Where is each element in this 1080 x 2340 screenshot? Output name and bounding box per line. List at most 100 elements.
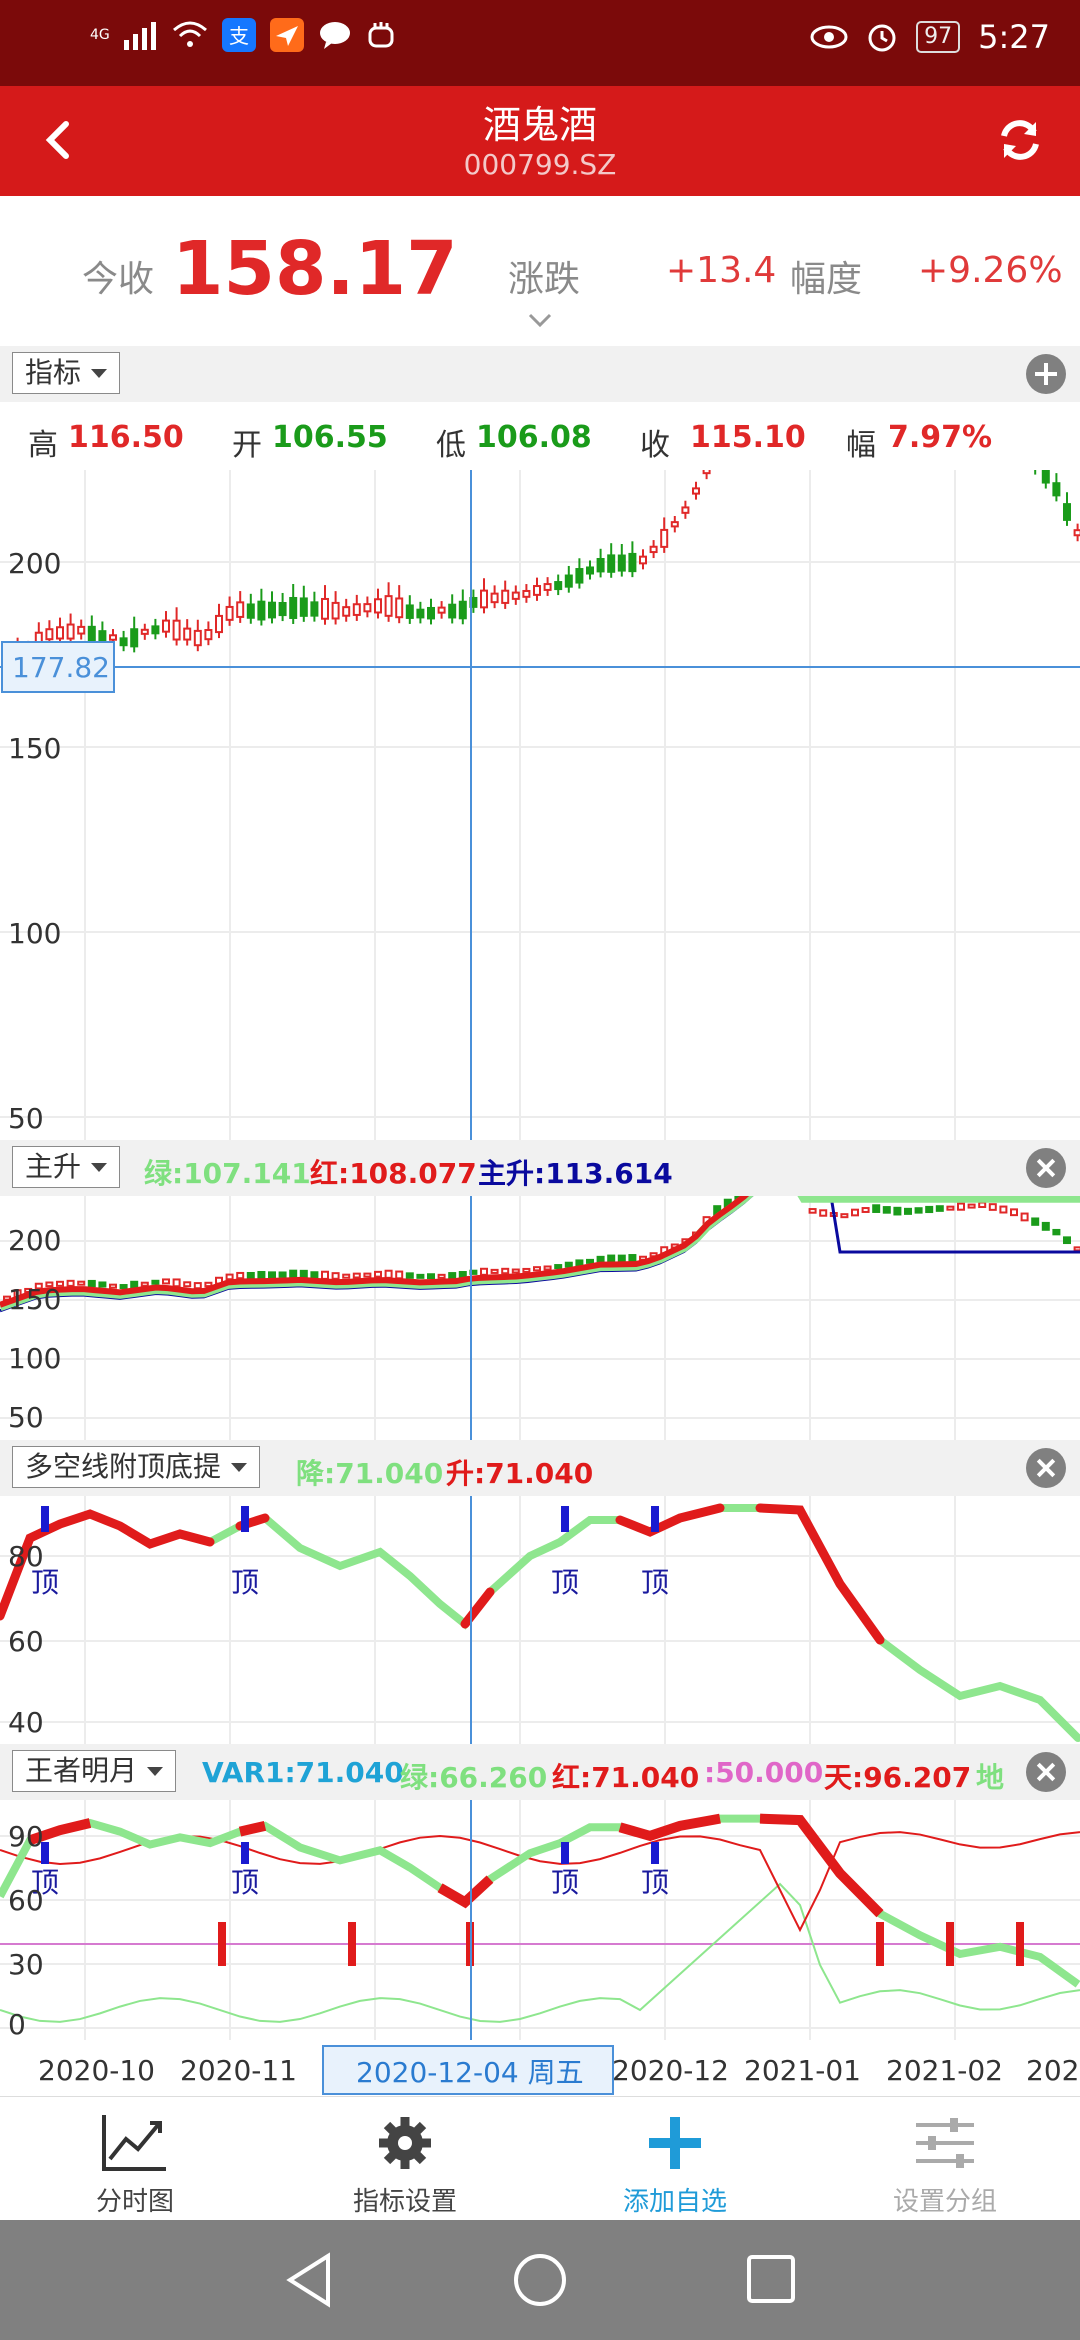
y-tick-200: 200 [8, 1224, 61, 1257]
mini-candle [988, 1203, 997, 1211]
candle [193, 629, 202, 647]
candle [140, 628, 149, 635]
zhusheng-dropdown-label: 主升 [25, 1150, 82, 1183]
wangzhe-red-segment [238, 1820, 267, 1837]
amp-label-ohlc: 幅 [846, 428, 876, 463]
refresh-icon[interactable] [990, 110, 1050, 170]
top-signal-bar [651, 1506, 659, 1532]
y-tick-30: 30 [8, 1948, 44, 1981]
add-indicator-button[interactable] [1026, 354, 1066, 394]
candle [352, 603, 361, 616]
wangzhe-dropdown[interactable]: 王者明月 [12, 1750, 177, 1792]
wangzhe-dropdown-label: 王者明月 [25, 1754, 138, 1787]
duokong-dropdown[interactable]: 多空线附顶底提 [12, 1446, 261, 1488]
home-circle-icon[interactable] [512, 2250, 568, 2310]
nav-indicator-settings[interactable]: 指标设置 [270, 2097, 540, 2221]
candle [257, 600, 266, 621]
high-label: 高 [28, 428, 58, 463]
candle [66, 623, 75, 640]
system-navigation-bar [0, 2220, 1080, 2340]
candle [162, 619, 170, 633]
alarm-icon [868, 24, 896, 52]
x-label-feb: 2021-02 [886, 2054, 1003, 2087]
indicator-dropdown[interactable]: 指标 [12, 352, 121, 394]
zhusheng-red-value: 红:108.077 [310, 1157, 477, 1190]
mini-candle [427, 1273, 435, 1280]
signal-bar [218, 1922, 226, 1966]
mini-candle [395, 1270, 404, 1280]
mini-candle [564, 1261, 573, 1268]
candle [172, 619, 181, 641]
mini-candle [236, 1271, 245, 1280]
mini-candle [1073, 1246, 1080, 1252]
candle [575, 568, 584, 584]
mini-candle [331, 1272, 340, 1280]
mini-candle [278, 1271, 287, 1278]
mini-candle [66, 1279, 75, 1287]
close-zhusheng-button[interactable] [1026, 1148, 1066, 1188]
mini-candle [416, 1273, 425, 1279]
close-duokong-button[interactable] [1026, 1448, 1066, 1488]
mini-candle [183, 1281, 192, 1288]
candle [628, 552, 637, 573]
duokong-chart[interactable]: 顶顶顶顶 80 60 40 [0, 1496, 1080, 1744]
mini-candle [628, 1254, 637, 1263]
y-tick-0: 0 [8, 2008, 26, 2040]
candle [45, 628, 54, 641]
mini-candle [98, 1281, 107, 1288]
y-tick-100: 100 [8, 1342, 61, 1375]
wangzhe-chart[interactable]: 顶顶顶顶 90 60 30 0 [0, 1800, 1080, 2040]
candle [607, 554, 616, 573]
wifi-icon [172, 21, 207, 47]
candle [405, 604, 414, 619]
nav-set-group[interactable]: 设置分组 [810, 2097, 1080, 2221]
candle [649, 545, 658, 554]
candle [268, 601, 276, 619]
open-label: 开 [232, 428, 262, 463]
mini-candle [162, 1278, 170, 1285]
zhusheng-red-line [0, 1196, 750, 1308]
back-triangle-icon[interactable] [282, 2250, 338, 2310]
signal-bar [1016, 1922, 1024, 1966]
wangzhe-tian-value: 天:96.207 [824, 1761, 972, 1794]
alipay-icon: 支 [221, 18, 256, 52]
candle [692, 487, 700, 495]
mini-candle [575, 1259, 584, 1267]
y-tick-60: 60 [8, 1625, 44, 1658]
wangzhe-values: VAR1:71.040 绿:66.260 红:71.040 :50.000 天:… [200, 1744, 1016, 1800]
close-wangzhe-button[interactable] [1026, 1752, 1066, 1792]
nav-intraday[interactable]: 分时图 [0, 2097, 270, 2221]
candlestick-chart[interactable]: 200 150 100 50 177.82 [0, 470, 1080, 1140]
dropdown-arrow-icon [147, 1766, 164, 1776]
svg-text:支: 支 [229, 24, 249, 48]
mini-candle [925, 1205, 934, 1214]
candle [342, 606, 351, 617]
recents-square-icon[interactable] [744, 2252, 800, 2308]
candle [543, 583, 552, 591]
candle [310, 601, 319, 617]
mini-candle [77, 1280, 86, 1286]
battery-indicator: 97 [916, 21, 961, 53]
mini-candle [87, 1279, 96, 1288]
chevron-down-icon[interactable] [528, 312, 552, 328]
zhusheng-chart[interactable]: 200 150 100 50 [0, 1196, 1080, 1440]
stock-name: 酒鬼酒 [482, 103, 597, 147]
mini-candle [1063, 1236, 1071, 1245]
nav-add-watchlist[interactable]: 添加自选 [540, 2097, 810, 2221]
mini-candle [819, 1209, 828, 1217]
y-tick-50: 50 [8, 1401, 44, 1434]
line-chart-icon [102, 2115, 166, 2171]
candle [427, 606, 435, 620]
eye-icon [810, 25, 848, 49]
status-bar: 4G 支 97 5:27 [0, 0, 1080, 86]
indicator-dropdown-label: 指标 [25, 356, 82, 389]
duokong-red-segment [755, 1503, 885, 1645]
chart-grid [0, 1196, 1080, 1440]
mini-candle [1010, 1208, 1018, 1217]
duokong-down-value: 降:71.040 [296, 1457, 444, 1490]
candle [151, 625, 160, 635]
wangzhe-var1-value: VAR1:71.040 [202, 1756, 404, 1789]
zhusheng-dropdown[interactable]: 主升 [12, 1146, 121, 1188]
candle [617, 554, 626, 572]
wangzhe-di-value: 地 [976, 1761, 1005, 1794]
